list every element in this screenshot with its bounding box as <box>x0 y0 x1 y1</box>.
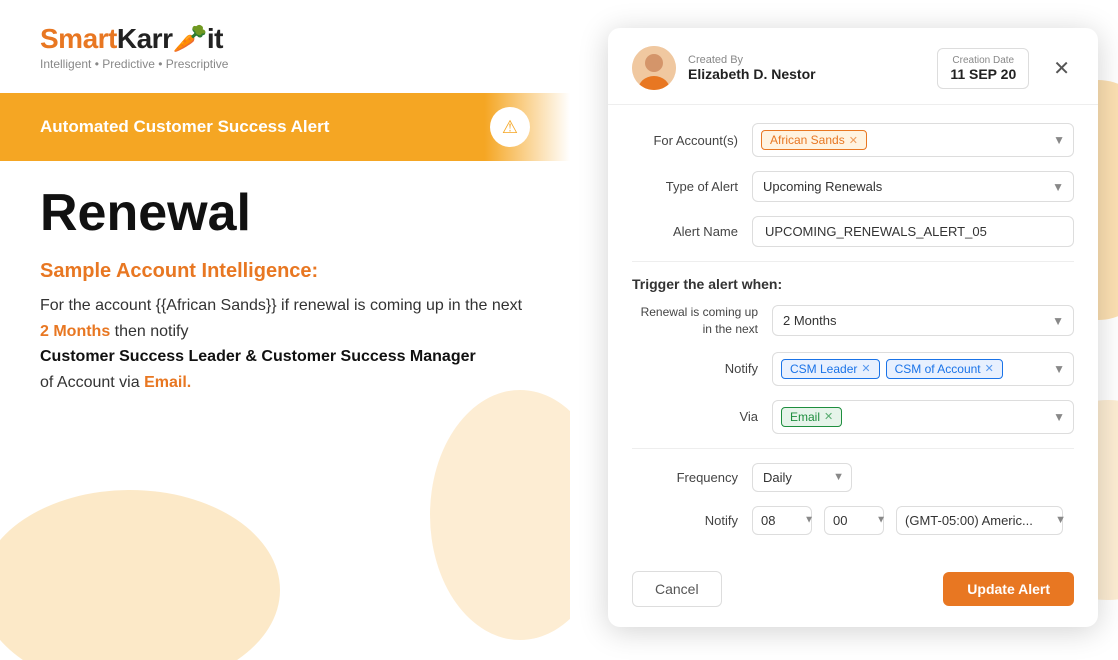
modal-body: For Account(s) African Sands ✕ ▼ Type of… <box>608 105 1098 571</box>
csm-leader-remove[interactable]: ✕ <box>861 362 870 375</box>
logo-carrot-icon: 🥕 <box>172 22 206 55</box>
description-text: For the account {{African Sands}} if ren… <box>40 293 530 395</box>
via-select[interactable]: Email ✕ ▼ <box>772 400 1074 434</box>
timezone-select-wrapper: (GMT-05:00) Americ... (GMT+00:00) UTC ▼ <box>896 506 1074 535</box>
notify-row: Notify CSM Leader ✕ CSM of Account ✕ ▼ <box>632 352 1074 386</box>
page-title: Renewal <box>40 185 530 242</box>
user-info: Created By Elizabeth D. Nestor <box>688 54 816 82</box>
accounts-row: For Account(s) African Sands ✕ ▼ <box>632 123 1074 157</box>
modal-header: Created By Elizabeth D. Nestor Creation … <box>608 28 1098 105</box>
highlight-roles: Customer Success Leader & Customer Succe… <box>40 348 476 365</box>
banner-text: Automated Customer Success Alert <box>40 117 329 137</box>
frequency-label: Frequency <box>632 470 752 485</box>
creation-date-value: 11 SEP 20 <box>950 66 1016 82</box>
modal-user: Created By Elizabeth D. Nestor <box>632 46 816 90</box>
banner: Automated Customer Success Alert ⚠ <box>0 93 570 161</box>
logo-area: SmartKarr🥕it Intelligent • Predictive • … <box>0 0 570 81</box>
alert-name-input[interactable] <box>752 216 1074 247</box>
desc-part2: then notify <box>115 323 189 340</box>
account-tag-remove[interactable]: ✕ <box>849 134 858 147</box>
via-tag-email: Email ✕ <box>781 407 842 427</box>
alert-type-select[interactable]: Upcoming Renewals <box>752 171 1074 202</box>
frequency-row: Frequency Daily Weekly Monthly ▼ <box>632 463 1074 492</box>
renewal-label: Renewal is coming up in the next <box>632 304 772 338</box>
alert-name-row: Alert Name <box>632 216 1074 247</box>
accounts-select[interactable]: African Sands ✕ ▼ <box>752 123 1074 157</box>
account-tag: African Sands ✕ <box>761 130 867 150</box>
logo: SmartKarr🥕it <box>40 22 530 55</box>
main-content: Renewal Sample Account Intelligence: For… <box>0 161 570 396</box>
alert-name-label: Alert Name <box>632 224 752 239</box>
email-remove[interactable]: ✕ <box>824 410 833 423</box>
avatar <box>632 46 676 90</box>
via-label: Via <box>632 409 772 424</box>
via-dropdown-arrow: ▼ <box>1053 410 1065 424</box>
alert-type-select-wrapper: Upcoming Renewals ▼ <box>752 171 1074 202</box>
via-row: Via Email ✕ ▼ <box>632 400 1074 434</box>
logo-tagline: Intelligent • Predictive • Prescriptive <box>40 57 530 71</box>
left-panel: SmartKarr🥕it Intelligent • Predictive • … <box>0 0 570 660</box>
trigger-section: Trigger the alert when: Renewal is comin… <box>632 276 1074 434</box>
csm-account-remove[interactable]: ✕ <box>985 362 994 375</box>
creation-date-label: Creation Date <box>950 55 1016 66</box>
user-name: Elizabeth D. Nestor <box>688 66 816 82</box>
renewal-row: Renewal is coming up in the next 2 Month… <box>632 304 1074 338</box>
logo-smart: Smart <box>40 23 117 54</box>
accounts-dropdown-arrow: ▼ <box>1053 133 1065 147</box>
notify-label: Notify <box>632 361 772 376</box>
highlight-via: Email. <box>144 374 191 391</box>
renewal-select-wrapper: 2 Months 1 Month 3 Months 6 Months ▼ <box>772 305 1074 336</box>
trigger-label: Trigger the alert when: <box>632 276 1074 292</box>
desc-part1: For the account {{African Sands}} if ren… <box>40 297 522 314</box>
notify-time-label: Notify <box>632 513 752 528</box>
modal-panel: Created By Elizabeth D. Nestor Creation … <box>608 28 1098 627</box>
timezone-select[interactable]: (GMT-05:00) Americ... (GMT+00:00) UTC <box>896 506 1063 535</box>
minute-select[interactable]: 00 15 30 45 <box>824 506 884 535</box>
alert-type-row: Type of Alert Upcoming Renewals ▼ <box>632 171 1074 202</box>
highlight-months: 2 Months <box>40 323 110 340</box>
notify-select[interactable]: CSM Leader ✕ CSM of Account ✕ ▼ <box>772 352 1074 386</box>
accounts-label: For Account(s) <box>632 133 752 148</box>
creation-date-box: Creation Date 11 SEP 20 <box>937 48 1029 89</box>
frequency-select[interactable]: Daily Weekly Monthly <box>752 463 852 492</box>
logo-karr: Karr <box>117 23 173 54</box>
notify-dropdown-arrow: ▼ <box>1053 362 1065 376</box>
desc-part3: of Account via <box>40 374 140 391</box>
sample-intelligence-heading: Sample Account Intelligence: <box>40 260 530 283</box>
minute-select-wrapper: 00 15 30 45 ▼ <box>824 506 890 535</box>
modal-footer: Cancel Update Alert <box>608 571 1098 627</box>
notify-tag-csm-leader: CSM Leader ✕ <box>781 359 880 379</box>
cancel-button[interactable]: Cancel <box>632 571 722 607</box>
created-by-label: Created By <box>688 54 816 66</box>
time-row: Notify 08 07 09 10 ▼ 00 15 30 45 ▼ <box>632 506 1074 535</box>
alert-icon: ⚠ <box>490 107 530 147</box>
alert-type-label: Type of Alert <box>632 179 752 194</box>
notify-tag-csm-account: CSM of Account ✕ <box>886 359 1003 379</box>
close-button[interactable]: ✕ <box>1049 56 1074 81</box>
hour-select[interactable]: 08 07 09 10 <box>752 506 812 535</box>
hour-select-wrapper: 08 07 09 10 ▼ <box>752 506 818 535</box>
frequency-select-wrapper: Daily Weekly Monthly ▼ <box>752 463 852 492</box>
renewal-select[interactable]: 2 Months 1 Month 3 Months 6 Months <box>772 305 1074 336</box>
logo-it: it <box>207 23 223 54</box>
update-alert-button[interactable]: Update Alert <box>943 572 1074 606</box>
